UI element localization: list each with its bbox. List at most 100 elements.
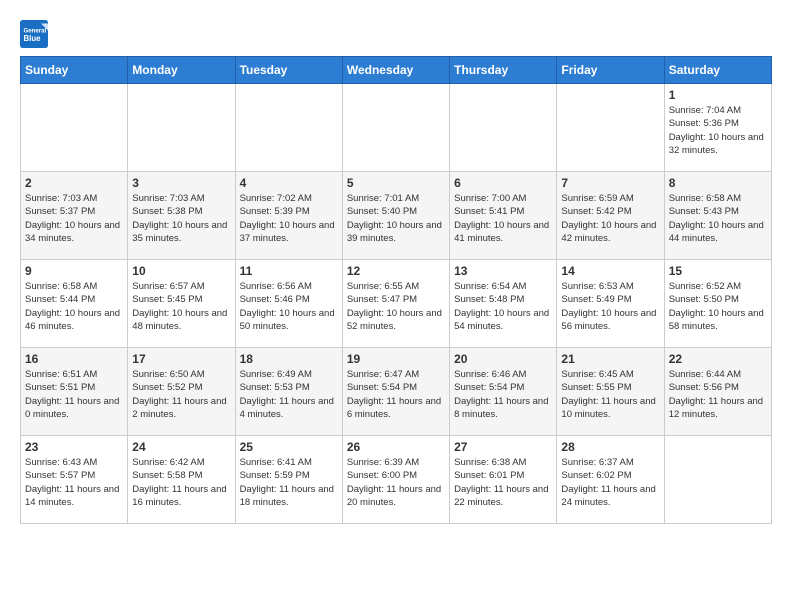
day-number: 2 — [25, 176, 123, 190]
day-info: Sunrise: 6:57 AM Sunset: 5:45 PM Dayligh… — [132, 280, 230, 333]
calendar-cell: 23 Sunrise: 6:43 AM Sunset: 5:57 PM Dayli… — [21, 436, 128, 524]
calendar-cell — [664, 436, 771, 524]
calendar-cell: 12 Sunrise: 6:55 AM Sunset: 5:47 PM Dayli… — [342, 260, 449, 348]
calendar-cell: 28Sunrise: 6:37 AM Sunset: 6:02 PM Dayli… — [557, 436, 664, 524]
calendar-cell: 20Sunrise: 6:46 AM Sunset: 5:54 PM Dayli… — [450, 348, 557, 436]
day-info: Sunrise: 7:00 AM Sunset: 5:41 PM Dayligh… — [454, 192, 552, 245]
calendar-cell: 25 Sunrise: 6:41 AM Sunset: 5:59 PM Dayli… — [235, 436, 342, 524]
calendar-cell — [557, 84, 664, 172]
day-info: Sunrise: 6:49 AM Sunset: 5:53 PM Dayligh… — [240, 368, 338, 421]
day-number: 18 — [240, 352, 338, 366]
calendar-cell: 9 Sunrise: 6:58 AM Sunset: 5:44 PM Daylig… — [21, 260, 128, 348]
calendar-cell: 7Sunrise: 6:59 AM Sunset: 5:42 PM Daylig… — [557, 172, 664, 260]
day-info: Sunrise: 6:54 AM Sunset: 5:48 PM Dayligh… — [454, 280, 552, 333]
calendar-cell: 22 Sunrise: 6:44 AM Sunset: 5:56 PM Dayli… — [664, 348, 771, 436]
column-header-wednesday: Wednesday — [342, 57, 449, 84]
page-header: General Blue — [20, 20, 772, 48]
day-number: 20 — [454, 352, 552, 366]
day-info: Sunrise: 6:41 AM Sunset: 5:59 PM Dayligh… — [240, 456, 338, 509]
day-number: 25 — [240, 440, 338, 454]
svg-text:Blue: Blue — [24, 34, 42, 43]
column-header-sunday: Sunday — [21, 57, 128, 84]
day-info: Sunrise: 6:58 AM Sunset: 5:43 PM Dayligh… — [669, 192, 767, 245]
day-number: 14 — [561, 264, 659, 278]
calendar-cell: 13 Sunrise: 6:54 AM Sunset: 5:48 PM Dayli… — [450, 260, 557, 348]
calendar-cell: 3 Sunrise: 7:03 AM Sunset: 5:38 PM Daylig… — [128, 172, 235, 260]
calendar-cell: 21 Sunrise: 6:45 AM Sunset: 5:55 PM Dayli… — [557, 348, 664, 436]
day-info: Sunrise: 6:45 AM Sunset: 5:55 PM Dayligh… — [561, 368, 659, 421]
day-number: 13 — [454, 264, 552, 278]
calendar-cell: 18 Sunrise: 6:49 AM Sunset: 5:53 PM Dayli… — [235, 348, 342, 436]
calendar-week-row: 9 Sunrise: 6:58 AM Sunset: 5:44 PM Daylig… — [21, 260, 772, 348]
day-number: 7 — [561, 176, 659, 190]
day-number: 11 — [240, 264, 338, 278]
day-number: 21 — [561, 352, 659, 366]
day-number: 9 — [25, 264, 123, 278]
day-info: Sunrise: 6:42 AM Sunset: 5:58 PM Dayligh… — [132, 456, 230, 509]
day-number: 24 — [132, 440, 230, 454]
day-info: Sunrise: 6:51 AM Sunset: 5:51 PM Dayligh… — [25, 368, 123, 421]
calendar-cell: 10 Sunrise: 6:57 AM Sunset: 5:45 PM Dayli… — [128, 260, 235, 348]
day-info: Sunrise: 6:53 AM Sunset: 5:49 PM Dayligh… — [561, 280, 659, 333]
calendar-week-row: 23 Sunrise: 6:43 AM Sunset: 5:57 PM Dayli… — [21, 436, 772, 524]
calendar-cell: 8Sunrise: 6:58 AM Sunset: 5:43 PM Daylig… — [664, 172, 771, 260]
column-header-saturday: Saturday — [664, 57, 771, 84]
calendar-cell: 4 Sunrise: 7:02 AM Sunset: 5:39 PM Daylig… — [235, 172, 342, 260]
day-number: 28 — [561, 440, 659, 454]
calendar-cell: 26 Sunrise: 6:39 AM Sunset: 6:00 PM Dayli… — [342, 436, 449, 524]
day-info: Sunrise: 7:04 AM Sunset: 5:36 PM Dayligh… — [669, 104, 767, 157]
day-number: 4 — [240, 176, 338, 190]
day-info: Sunrise: 7:03 AM Sunset: 5:38 PM Dayligh… — [132, 192, 230, 245]
day-info: Sunrise: 6:56 AM Sunset: 5:46 PM Dayligh… — [240, 280, 338, 333]
calendar-cell: 1 Sunrise: 7:04 AM Sunset: 5:36 PM Daylig… — [664, 84, 771, 172]
day-number: 23 — [25, 440, 123, 454]
day-number: 26 — [347, 440, 445, 454]
calendar-table: SundayMondayTuesdayWednesdayThursdayFrid… — [20, 56, 772, 524]
day-number: 22 — [669, 352, 767, 366]
day-number: 16 — [25, 352, 123, 366]
calendar-week-row: 2Sunrise: 7:03 AM Sunset: 5:37 PM Daylig… — [21, 172, 772, 260]
day-number: 17 — [132, 352, 230, 366]
day-number: 10 — [132, 264, 230, 278]
day-info: Sunrise: 6:43 AM Sunset: 5:57 PM Dayligh… — [25, 456, 123, 509]
calendar-cell — [21, 84, 128, 172]
calendar-cell — [450, 84, 557, 172]
day-info: Sunrise: 6:58 AM Sunset: 5:44 PM Dayligh… — [25, 280, 123, 333]
day-info: Sunrise: 7:01 AM Sunset: 5:40 PM Dayligh… — [347, 192, 445, 245]
day-number: 1 — [669, 88, 767, 102]
day-info: Sunrise: 6:44 AM Sunset: 5:56 PM Dayligh… — [669, 368, 767, 421]
calendar-cell — [128, 84, 235, 172]
day-number: 3 — [132, 176, 230, 190]
column-header-thursday: Thursday — [450, 57, 557, 84]
day-number: 27 — [454, 440, 552, 454]
day-info: Sunrise: 6:39 AM Sunset: 6:00 PM Dayligh… — [347, 456, 445, 509]
calendar-cell: 27 Sunrise: 6:38 AM Sunset: 6:01 PM Dayli… — [450, 436, 557, 524]
column-header-friday: Friday — [557, 57, 664, 84]
day-info: Sunrise: 6:55 AM Sunset: 5:47 PM Dayligh… — [347, 280, 445, 333]
calendar-cell: 6 Sunrise: 7:00 AM Sunset: 5:41 PM Daylig… — [450, 172, 557, 260]
day-info: Sunrise: 6:52 AM Sunset: 5:50 PM Dayligh… — [669, 280, 767, 333]
day-info: Sunrise: 6:50 AM Sunset: 5:52 PM Dayligh… — [132, 368, 230, 421]
calendar-cell: 2Sunrise: 7:03 AM Sunset: 5:37 PM Daylig… — [21, 172, 128, 260]
day-info: Sunrise: 6:47 AM Sunset: 5:54 PM Dayligh… — [347, 368, 445, 421]
day-number: 5 — [347, 176, 445, 190]
calendar-cell: 15 Sunrise: 6:52 AM Sunset: 5:50 PM Dayli… — [664, 260, 771, 348]
column-header-monday: Monday — [128, 57, 235, 84]
day-info: Sunrise: 7:02 AM Sunset: 5:39 PM Dayligh… — [240, 192, 338, 245]
calendar-cell — [235, 84, 342, 172]
calendar-cell — [342, 84, 449, 172]
day-info: Sunrise: 6:38 AM Sunset: 6:01 PM Dayligh… — [454, 456, 552, 509]
calendar-cell: 5 Sunrise: 7:01 AM Sunset: 5:40 PM Daylig… — [342, 172, 449, 260]
calendar-week-row: 1 Sunrise: 7:04 AM Sunset: 5:36 PM Daylig… — [21, 84, 772, 172]
calendar-cell: 19 Sunrise: 6:47 AM Sunset: 5:54 PM Dayli… — [342, 348, 449, 436]
calendar-cell: 17 Sunrise: 6:50 AM Sunset: 5:52 PM Dayli… — [128, 348, 235, 436]
day-number: 19 — [347, 352, 445, 366]
calendar-cell: 11 Sunrise: 6:56 AM Sunset: 5:46 PM Dayli… — [235, 260, 342, 348]
calendar-week-row: 16 Sunrise: 6:51 AM Sunset: 5:51 PM Dayli… — [21, 348, 772, 436]
logo: General Blue — [20, 20, 52, 48]
day-number: 12 — [347, 264, 445, 278]
day-number: 6 — [454, 176, 552, 190]
calendar-cell: 14 Sunrise: 6:53 AM Sunset: 5:49 PM Dayli… — [557, 260, 664, 348]
day-number: 15 — [669, 264, 767, 278]
logo-icon: General Blue — [20, 20, 48, 48]
